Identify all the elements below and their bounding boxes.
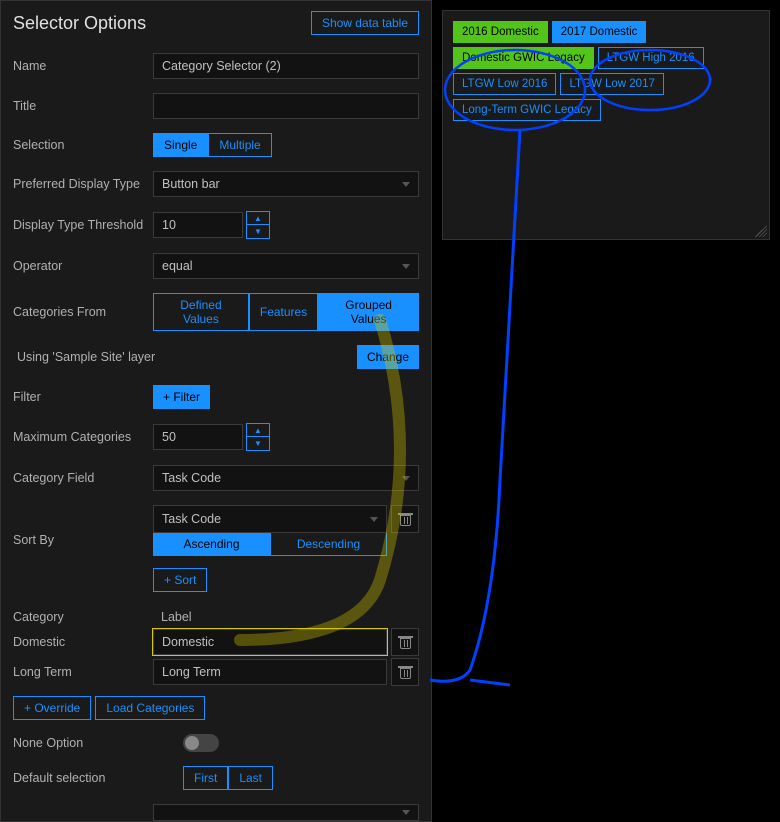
sort-field-value: Task Code bbox=[162, 512, 221, 526]
config-panel: Selector Options Show data table Name Ti… bbox=[0, 0, 432, 822]
selection-toggle: Single Multiple bbox=[153, 133, 272, 157]
load-categories-button[interactable]: Load Categories bbox=[95, 696, 205, 720]
max-cat-spinner: ▲ ▼ bbox=[246, 423, 270, 451]
category-name: Long Term bbox=[13, 665, 153, 679]
panel-title: Selector Options bbox=[13, 13, 146, 34]
preview-panel: 2016 Domestic2017 Domestic Domestic GWIC … bbox=[432, 0, 780, 822]
trash-icon bbox=[400, 666, 411, 679]
change-layer-button[interactable]: Change bbox=[357, 345, 419, 369]
sort-desc-button[interactable]: Descending bbox=[270, 532, 387, 556]
category-name: Domestic bbox=[13, 635, 153, 649]
using-layer-text: Using 'Sample Site' layer bbox=[13, 350, 155, 364]
category-label-input[interactable] bbox=[153, 629, 387, 655]
cat-field-select[interactable]: Task Code bbox=[153, 465, 419, 491]
chevron-down-icon bbox=[402, 182, 410, 187]
chevron-down-icon bbox=[402, 810, 410, 815]
threshold-label: Display Type Threshold bbox=[13, 218, 153, 232]
pref-display-label: Preferred Display Type bbox=[13, 177, 153, 191]
cat-field-value: Task Code bbox=[162, 471, 221, 485]
title-input[interactable] bbox=[153, 93, 419, 119]
max-cat-input[interactable] bbox=[153, 424, 243, 450]
threshold-input[interactable] bbox=[153, 212, 243, 238]
name-label: Name bbox=[13, 59, 153, 73]
preview-box: 2016 Domestic2017 Domestic Domestic GWIC … bbox=[442, 10, 770, 240]
toggle-knob-icon bbox=[185, 736, 199, 750]
sort-field-select[interactable]: Task Code bbox=[153, 505, 387, 533]
trash-icon bbox=[400, 636, 411, 649]
operator-value: equal bbox=[162, 259, 193, 273]
chevron-down-icon bbox=[370, 517, 378, 522]
category-row: Domestic bbox=[13, 628, 419, 656]
preview-category-button[interactable]: 2016 Domestic bbox=[453, 21, 548, 43]
threshold-spinner: ▲ ▼ bbox=[246, 211, 270, 239]
spinner-down-icon[interactable]: ▼ bbox=[247, 437, 269, 450]
delete-category-button[interactable] bbox=[391, 628, 419, 656]
sort-asc-button[interactable]: Ascending bbox=[153, 532, 270, 556]
filter-label: Filter bbox=[13, 390, 153, 404]
cat-grouped-button[interactable]: Grouped Values bbox=[318, 293, 419, 331]
resize-handle-icon[interactable] bbox=[755, 225, 767, 237]
selection-single-button[interactable]: Single bbox=[153, 133, 208, 157]
default-sel-toggle: First Last bbox=[183, 766, 273, 790]
trash-icon bbox=[400, 513, 411, 526]
preview-category-button[interactable]: 2017 Domestic bbox=[552, 21, 647, 43]
override-button[interactable]: + Override bbox=[13, 696, 91, 720]
default-value-select[interactable] bbox=[153, 804, 419, 821]
preview-category-button[interactable]: LTGW Low 2016 bbox=[453, 73, 556, 95]
preview-category-button[interactable]: Long-Term GWIC Legacy bbox=[453, 99, 601, 121]
add-sort-button[interactable]: + Sort bbox=[153, 568, 207, 592]
default-sel-label: Default selection bbox=[13, 771, 183, 785]
selection-multiple-button[interactable]: Multiple bbox=[208, 133, 271, 157]
preview-button-bar: 2016 Domestic2017 Domestic Domestic GWIC … bbox=[453, 21, 759, 121]
preview-category-button[interactable]: LTGW Low 2017 bbox=[560, 73, 663, 95]
preview-category-button[interactable]: Domestic GWIC Legacy bbox=[453, 47, 594, 69]
spinner-down-icon[interactable]: ▼ bbox=[247, 225, 269, 238]
categories-from-label: Categories From bbox=[13, 305, 153, 319]
show-data-table-button[interactable]: Show data table bbox=[311, 11, 419, 35]
name-input[interactable] bbox=[153, 53, 419, 79]
pref-display-value: Button bar bbox=[162, 177, 220, 191]
spinner-up-icon[interactable]: ▲ bbox=[247, 212, 269, 225]
preview-category-button[interactable]: LTGW High 2016 bbox=[598, 47, 704, 69]
category-row: Long Term bbox=[13, 658, 419, 686]
default-last-button[interactable]: Last bbox=[228, 766, 273, 790]
pref-display-select[interactable]: Button bar bbox=[153, 171, 419, 197]
none-option-toggle[interactable] bbox=[183, 734, 219, 752]
none-option-label: None Option bbox=[13, 736, 183, 750]
chevron-down-icon bbox=[402, 264, 410, 269]
chevron-down-icon bbox=[402, 476, 410, 481]
selection-label: Selection bbox=[13, 138, 153, 152]
max-cat-label: Maximum Categories bbox=[13, 430, 153, 444]
categories-from-toggle: Defined Values Features Grouped Values bbox=[153, 293, 419, 331]
category-label-input[interactable] bbox=[153, 659, 387, 685]
delete-sort-button[interactable] bbox=[391, 505, 419, 533]
sort-by-label: Sort By bbox=[13, 505, 153, 547]
category-header: Category bbox=[13, 610, 153, 624]
operator-label: Operator bbox=[13, 259, 153, 273]
title-label: Title bbox=[13, 99, 153, 113]
default-first-button[interactable]: First bbox=[183, 766, 228, 790]
cat-field-label: Category Field bbox=[13, 471, 153, 485]
cat-features-button[interactable]: Features bbox=[249, 293, 318, 331]
cat-defined-button[interactable]: Defined Values bbox=[153, 293, 249, 331]
label-header: Label bbox=[153, 610, 419, 624]
delete-category-button[interactable] bbox=[391, 658, 419, 686]
operator-select[interactable]: equal bbox=[153, 253, 419, 279]
spinner-up-icon[interactable]: ▲ bbox=[247, 424, 269, 437]
add-filter-button[interactable]: + Filter bbox=[153, 385, 210, 409]
